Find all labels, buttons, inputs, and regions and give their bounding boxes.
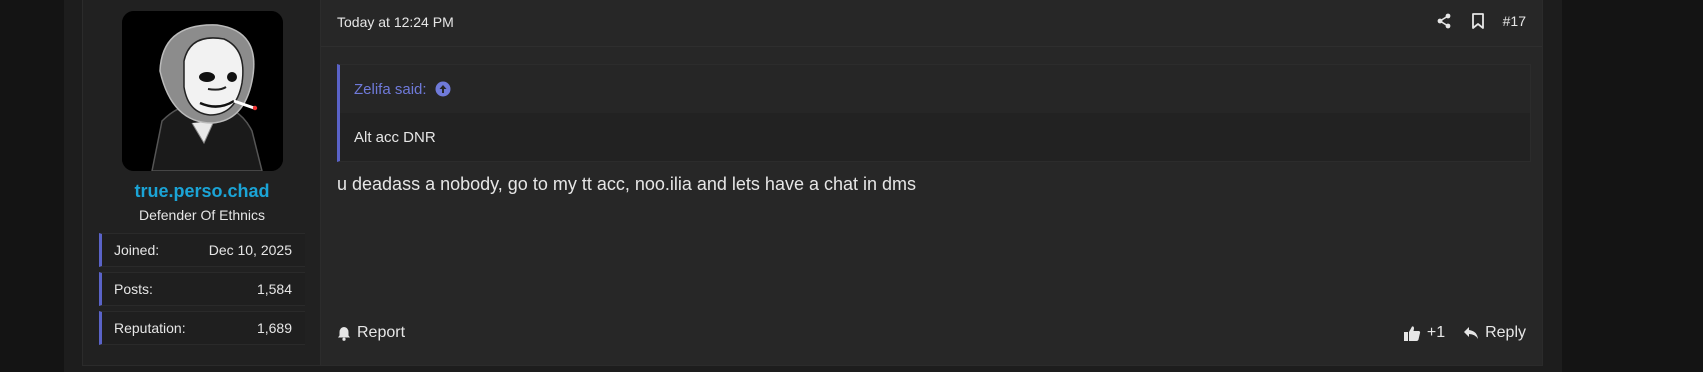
post-header-actions: #17 [1435, 12, 1526, 30]
post-footer: Report +1 Reply [337, 322, 1526, 344]
avatar[interactable] [122, 11, 283, 171]
quote-author[interactable]: Zelifa said: [354, 81, 427, 98]
user-title: Defender Of Ethnics [138, 207, 266, 223]
stat-reputation: Reputation: 1,689 [99, 311, 305, 345]
stat-posts: Posts: 1,584 [99, 272, 305, 306]
stat-joined: Joined: Dec 10, 2025 [99, 233, 305, 267]
share-icon[interactable] [1435, 12, 1453, 30]
forum-post: true.perso.chad Defender Of Ethnics Join… [82, 0, 1543, 366]
user-info-panel: true.perso.chad Defender Of Ethnics Join… [83, 0, 331, 365]
report-button[interactable]: Report [337, 324, 405, 342]
report-label: Report [357, 324, 406, 341]
stat-value: 1,689 [256, 320, 292, 336]
reply-button[interactable]: Reply [1463, 324, 1526, 342]
avatar-image [122, 11, 283, 171]
stat-label: Joined: [114, 242, 160, 258]
reply-label: Reply [1485, 324, 1526, 341]
post-number[interactable]: #17 [1503, 13, 1526, 29]
quote-block: Zelifa said: Alt acc DNR [337, 64, 1531, 162]
thumbs-up-icon [1403, 325, 1420, 341]
post-date[interactable]: Today at 12:24 PM [337, 14, 454, 30]
stat-label: Posts: [114, 281, 153, 297]
reaction-count: +1 [1426, 324, 1446, 341]
bookmark-icon[interactable] [1469, 12, 1487, 30]
bell-icon [338, 326, 350, 341]
arrow-up-circle-icon[interactable] [435, 81, 451, 97]
like-button[interactable]: +1 [1403, 324, 1445, 342]
reply-icon [1464, 327, 1479, 339]
post-main: Today at 12:24 PM #17 Zelifa said: Alt a… [321, 0, 1542, 365]
quote-header: Zelifa said: [340, 65, 1530, 113]
post-message: u deadass a nobody, go to my tt acc, noo… [337, 174, 917, 194]
stat-value: Dec 10, 2025 [208, 242, 292, 258]
stat-value: 1,584 [256, 281, 292, 297]
stat-label: Reputation: [114, 320, 186, 336]
username[interactable]: true.perso.chad [83, 181, 321, 202]
quote-text: Alt acc DNR [354, 128, 436, 146]
post-header: Today at 12:24 PM #17 [321, 0, 1542, 47]
